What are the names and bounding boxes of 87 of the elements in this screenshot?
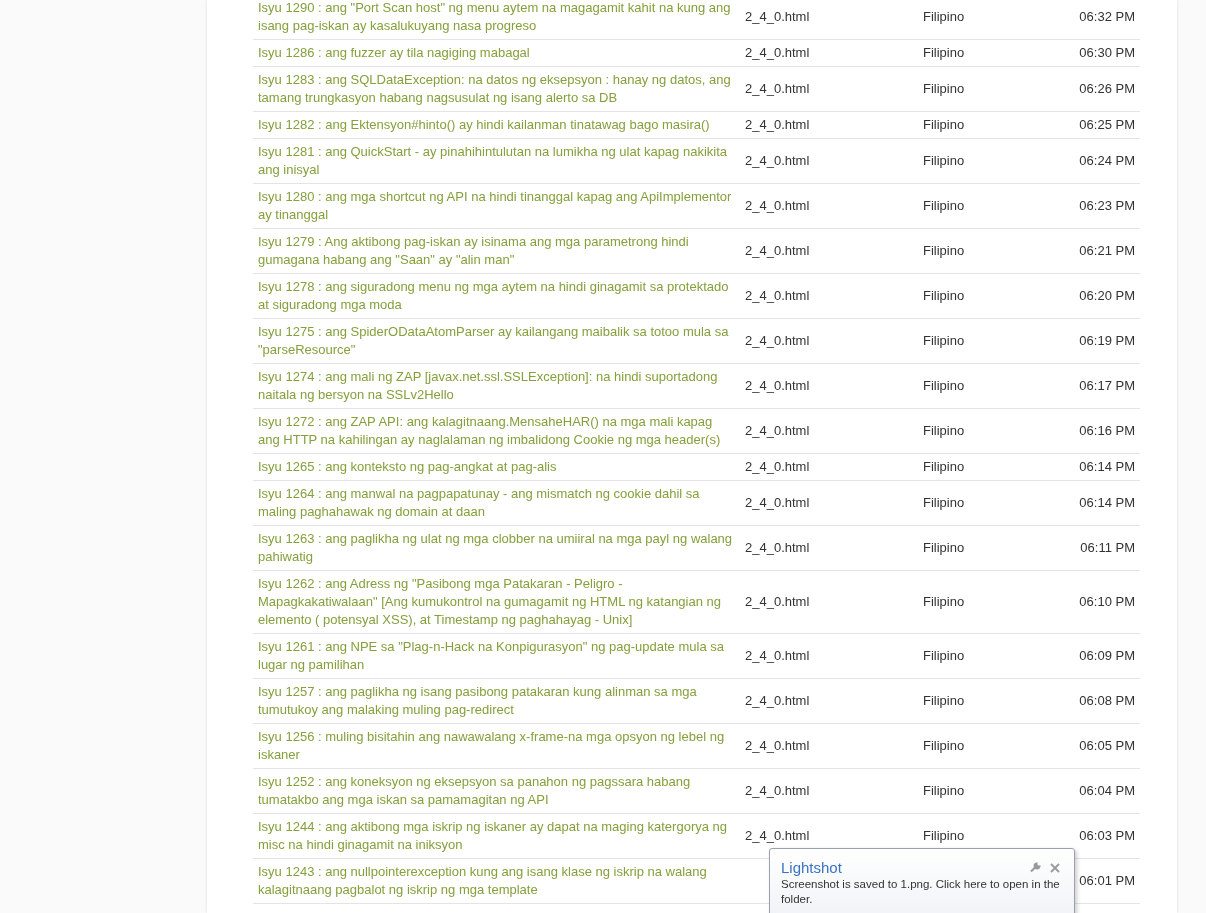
file-name: 2_4_0.html <box>745 152 810 170</box>
time-label: 06:21 PM <box>1079 242 1135 260</box>
issue-link[interactable]: Isyu 1243 : ang nullpointerexception kung ang isang klase ng iskrip na walang kalagitnaang pagbalot ng iskrip ng mga template <box>258 863 735 899</box>
time-label: 06:03 PM <box>1079 827 1135 845</box>
file-name: 2_4_0.html <box>745 458 810 476</box>
time-label: 06:20 PM <box>1079 287 1135 305</box>
issue-link[interactable]: Isyu 1272 : ang ZAP API: ang kalagitnaang.MensaheHAR() na mga mali kapag ang HTTP na kahilingan ay naglalaman ng imbalidong Cookie ng mga header(s) <box>258 413 735 449</box>
issue-link[interactable]: Isyu 1262 : ang Adress ng "Pasibong mga Patakaran - Peligro - Mapagkakatiwalaan" [Ang kumukontrol na gumagamit ng HTML ng katangian ng elemento ( potensyal XSS), at Timestamp ng paghahayag - Unix] <box>258 575 735 629</box>
time-label: 06:26 PM <box>1079 80 1135 98</box>
file-name: 2_4_0.html <box>745 80 810 98</box>
file-name: 2_4_0.html <box>745 827 810 845</box>
issue-link[interactable]: Isyu 1261 : ang NPE sa "Plag-n-Hack na Konpigurasyon" ng pag-update mula sa lugar ng pamilihan <box>258 638 735 674</box>
language-label: Filipino <box>923 242 965 260</box>
issue-link[interactable]: Isyu 1275 : ang SpiderODataAtomParser ay kailangang maibalik sa totoo mula sa "parseResource" <box>258 323 735 359</box>
file-name: 2_4_0.html <box>745 737 810 755</box>
language-label: Filipino <box>923 458 965 476</box>
time-label: 06:11 PM <box>1080 539 1135 557</box>
time-label: 06:01 PM <box>1079 872 1135 890</box>
file-name: 2_4_0.html <box>745 647 810 665</box>
time-label: 06:17 PM <box>1079 377 1135 395</box>
time-label: 06:08 PM <box>1079 692 1135 710</box>
file-name: 2_4_0.html <box>745 44 810 62</box>
file-name: 2_4_0.html <box>745 377 810 395</box>
issue-link[interactable]: Isyu 1281 : ang QuickStart - ay pinahihintulutan na lumikha ng ulat kapag nakikita ang inisyal <box>258 143 735 179</box>
time-label: 06:16 PM <box>1079 422 1135 440</box>
language-label: Filipino <box>923 44 965 62</box>
language-label: Filipino <box>923 287 965 305</box>
issue-link[interactable]: Isyu 1257 : ang paglikha ng isang pasibong patakaran kung alinman sa mga tumutukoy ang malaking muling pag-redirect <box>258 683 735 719</box>
file-name: 2_4_0.html <box>745 593 810 611</box>
file-name: 2_4_0.html <box>745 539 810 557</box>
time-label: 06:14 PM <box>1079 458 1135 476</box>
issue-link[interactable]: Isyu 1279 : Ang aktibong pag-iskan ay isinama ang mga parametrong hindi gumagana habang ang "Saan" ay "alin man" <box>258 233 735 269</box>
issue-link[interactable]: Isyu 1282 : ang Ektensyon#hinto() ay hindi kailanman tinatawag bago masira() <box>258 116 710 134</box>
file-name: 2_4_0.html <box>745 782 810 800</box>
time-label: 06:10 PM <box>1079 593 1135 611</box>
language-label: Filipino <box>923 593 965 611</box>
file-name: 2_4_0.html <box>745 197 810 215</box>
time-label: 06:24 PM <box>1079 152 1135 170</box>
time-label: 06:25 PM <box>1079 116 1135 134</box>
issue-link[interactable]: Isyu 1263 : ang paglikha ng ulat ng mga clobber na umiiral na mga payl ng walang pahiwatig <box>258 530 735 566</box>
time-label: 06:05 PM <box>1079 737 1135 755</box>
issue-link[interactable]: Isyu 1280 : ang mga shortcut ng API na hindi tinanggal kapag ang ApiImplementor ay tinanggal <box>258 188 735 224</box>
file-name: 2_4_0.html <box>745 287 810 305</box>
file-name: 2_4_0.html <box>745 494 810 512</box>
issue-link[interactable]: Isyu 1286 : ang fuzzer ay tila nagiging mabagal <box>258 44 530 62</box>
language-label: Filipino <box>923 782 965 800</box>
issue-link[interactable]: Isyu 1283 : ang SQLDataException: na datos ng eksepsyon : hanay ng datos, ang tamang trungkasyon habang nagsusulat ng isang alerto sa DB <box>258 71 735 107</box>
time-label: 06:04 PM <box>1079 782 1135 800</box>
language-label: Filipino <box>923 8 965 26</box>
wrench-icon[interactable] <box>1030 862 1041 873</box>
issue-link[interactable]: Isyu 1256 : muling bisitahin ang nawawalang x-frame-na mga opsyon ng lebel ng iskaner <box>258 728 735 764</box>
language-label: Filipino <box>923 332 965 350</box>
issue-link[interactable]: Isyu 1278 : ang siguradong menu ng mga aytem na hindi ginagamit sa protektado at siguradong mga moda <box>258 278 735 314</box>
file-name: 2_4_0.html <box>745 8 810 26</box>
language-label: Filipino <box>923 692 965 710</box>
file-name: 2_4_0.html <box>745 332 810 350</box>
language-label: Filipino <box>923 197 965 215</box>
time-label: 06:32 PM <box>1079 8 1135 26</box>
file-name: 2_4_0.html <box>745 692 810 710</box>
language-label: Filipino <box>923 539 965 557</box>
language-label: Filipino <box>923 737 965 755</box>
issue-link[interactable]: Isyu 1274 : ang mali ng ZAP [javax.net.ssl.SSLException]: na hindi suportadong naitala ng bersyon na SSLv2Hello <box>258 368 735 404</box>
time-label: 06:30 PM <box>1079 44 1135 62</box>
notification-message: Screenshot is saved to 1.png. Click here to open in the folder. <box>781 877 1061 907</box>
time-label: 06:14 PM <box>1079 494 1135 512</box>
notification-popup[interactable]: Lightshot Screenshot is saved to 1.png. Click here to open in the folder. <box>769 848 1075 913</box>
time-label: 06:23 PM <box>1079 197 1135 215</box>
issue-link[interactable]: Isyu 1264 : ang manwal na pagpapatunay - ang mismatch ng cookie dahil sa maling paghahawak ng domain at daan <box>258 485 735 521</box>
issue-link[interactable]: Isyu 1252 : ang koneksyon ng eksepsyon sa panahon ng pagssara habang tumatakbo ang mga iskan sa pamamagitan ng API <box>258 773 735 809</box>
file-name: 2_4_0.html <box>745 116 810 134</box>
language-label: Filipino <box>923 80 965 98</box>
issue-link[interactable]: Isyu 1290 : ang "Port Scan host" ng menu aytem na magagamit kahit na kung ang isang pag-iskan ay kasalukuyang nasa progreso <box>258 0 735 35</box>
issue-link[interactable]: Isyu 1265 : ang konteksto ng pag-angkat at pag-alis <box>258 458 557 476</box>
language-label: Filipino <box>923 827 965 845</box>
language-label: Filipino <box>923 152 965 170</box>
issue-link[interactable]: Isyu 1244 : ang aktibong mga iskrip ng iskaner ay dapat na maging katergorya ng misc na hindi ginagamit na iniksyon <box>258 818 735 854</box>
file-name: 2_4_0.html <box>745 242 810 260</box>
language-label: Filipino <box>923 494 965 512</box>
language-label: Filipino <box>923 647 965 665</box>
language-label: Filipino <box>923 116 965 134</box>
file-name: 2_4_0.html <box>745 422 810 440</box>
time-label: 06:19 PM <box>1079 332 1135 350</box>
language-label: Filipino <box>923 422 965 440</box>
notification-title: Lightshot <box>781 859 842 876</box>
time-label: 06:09 PM <box>1079 647 1135 665</box>
close-icon[interactable] <box>1050 862 1060 873</box>
language-label: Filipino <box>923 377 965 395</box>
